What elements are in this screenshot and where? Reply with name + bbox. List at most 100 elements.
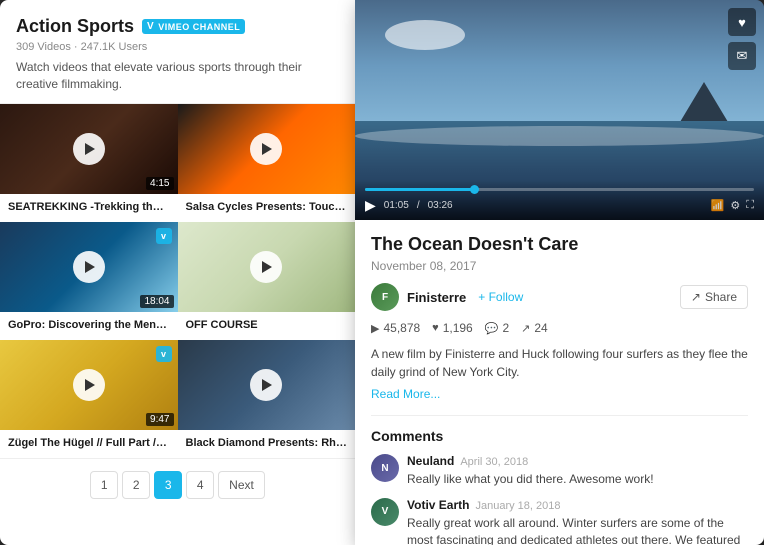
vimeo-badge-label: VIMEO CHANNEL [158, 22, 240, 32]
settings-icon[interactable]: ⚙ [730, 199, 740, 212]
progress-handle[interactable] [470, 185, 479, 194]
fullscreen-icon[interactable]: ⛶ [746, 199, 754, 212]
video-description: A new film by Finisterre and Huck follow… [371, 345, 748, 381]
comment-1-date: April 30, 2018 [460, 456, 528, 468]
play-pause-button[interactable]: ▶ [365, 197, 376, 214]
video-thumb-3: v 18:04 [0, 222, 178, 312]
channel-header: Action Sports v VIMEO CHANNEL 309 Videos… [0, 0, 355, 104]
video-thumb-6 [178, 340, 356, 430]
play-triangle-icon [85, 261, 95, 273]
duration-badge-3: 18:04 [140, 295, 173, 308]
vimeo-badge: v VIMEO CHANNEL [142, 19, 245, 34]
share-button[interactable]: ↗ Share [680, 285, 748, 309]
progress-bar[interactable] [365, 188, 754, 191]
comment-2-author: Votiv Earth [407, 498, 469, 512]
duration-badge-1: 4:15 [146, 177, 173, 190]
comment-1-author: Neuland [407, 454, 454, 468]
volume-icon[interactable]: 📶 [711, 199, 725, 212]
video-title-5: Zügel The Hügel // Full Part // BIRDS BR… [8, 436, 170, 450]
comment-1-author-row: Neuland April 30, 2018 [407, 454, 654, 468]
favorite-button[interactable]: ♥ [728, 8, 756, 36]
shares-stat: ↗ 24 [521, 321, 548, 335]
comment-1-avatar: N [371, 454, 399, 482]
video-title-3: GoPro: Discovering the Mentawais in 4K [8, 318, 170, 332]
video-date: November 08, 2017 [371, 259, 748, 273]
share-label: Share [705, 290, 737, 304]
channel-title-row: Action Sports v VIMEO CHANNEL [16, 16, 339, 37]
shares-count: 24 [534, 321, 547, 335]
video-meta-section: The Ocean Doesn't Care November 08, 2017… [355, 220, 764, 545]
right-controls: 📶 ⚙ ⛶ [711, 199, 754, 212]
comments-stat: 💬 2 [485, 321, 509, 335]
play-button-1[interactable] [73, 133, 105, 165]
duration-badge-5: 9:47 [146, 413, 173, 426]
comment-1: N Neuland April 30, 2018 Really like wha… [371, 454, 748, 488]
channel-meta: 309 Videos · 247.1K Users [16, 41, 339, 53]
video-card-4[interactable]: OFF COURSE [178, 222, 356, 340]
video-info-1: SEATREKKING -Trekking the Ocean [0, 194, 178, 222]
video-card-5[interactable]: v 9:47 Zügel The Hügel // Full Part // B… [0, 340, 178, 458]
plays-stat: ▶ 45,878 [371, 321, 420, 335]
comment-2: V Votiv Earth January 18, 2018 Really gr… [371, 498, 748, 545]
pagination: 1 2 3 4 Next [0, 458, 355, 511]
read-more-button[interactable]: Read More... [371, 387, 748, 401]
video-info-3: GoPro: Discovering the Mentawais in 4K [0, 312, 178, 340]
share-stat-icon: ↗ [521, 322, 530, 335]
play-button-5[interactable] [73, 369, 105, 401]
left-panel: Action Sports v VIMEO CHANNEL 309 Videos… [0, 0, 355, 545]
author-row: F Finisterre + Follow ↗ Share [371, 283, 748, 311]
play-button-2[interactable] [250, 133, 282, 165]
page-4-button[interactable]: 4 [186, 471, 214, 499]
right-panel: ♥ ✉ ▶ 01:05 / 03:26 📶 ⚙ ⛶ [355, 0, 764, 545]
comment-2-date: January 18, 2018 [475, 500, 560, 512]
comments-count: 2 [502, 321, 509, 335]
progress-fill [365, 188, 474, 191]
video-card-6[interactable]: Black Diamond Presents: Rhythm [178, 340, 356, 458]
comment-1-body: Neuland April 30, 2018 Really like what … [407, 454, 654, 488]
likes-count: 1,196 [443, 321, 473, 335]
video-title-2: Salsa Cycles Presents: Touching The S... [186, 200, 348, 214]
play-button-4[interactable] [250, 251, 282, 283]
video-thumb-5: v 9:47 [0, 340, 178, 430]
vimeo-v-badge-5: v [156, 346, 172, 362]
comments-title: Comments [371, 428, 748, 444]
play-button-3[interactable] [73, 251, 105, 283]
author-name: Finisterre [407, 290, 466, 305]
time-separator: / [417, 200, 420, 211]
total-time: 03:26 [428, 200, 453, 211]
player-top-icons: ♥ ✉ [728, 8, 756, 70]
vimeo-v-badge-3: v [156, 228, 172, 244]
author-avatar: F [371, 283, 399, 311]
player-controls: ▶ 01:05 / 03:26 📶 ⚙ ⛶ [355, 180, 764, 220]
share-icon: ↗ [691, 290, 701, 304]
comment-2-avatar: V [371, 498, 399, 526]
video-card-2[interactable]: Salsa Cycles Presents: Touching The S... [178, 104, 356, 222]
video-title-1: SEATREKKING -Trekking the Ocean [8, 200, 170, 214]
play-triangle-icon [85, 143, 95, 155]
wave-decoration [355, 126, 764, 146]
main-container: Action Sports v VIMEO CHANNEL 309 Videos… [0, 0, 764, 545]
page-3-button[interactable]: 3 [154, 471, 182, 499]
page-2-button[interactable]: 2 [122, 471, 150, 499]
video-card-1[interactable]: 4:15 SEATREKKING -Trekking the Ocean [0, 104, 178, 222]
page-1-button[interactable]: 1 [90, 471, 118, 499]
controls-row: ▶ 01:05 / 03:26 📶 ⚙ ⛶ [365, 197, 754, 214]
play-button-6[interactable] [250, 369, 282, 401]
video-info-4: OFF COURSE [178, 312, 356, 340]
channel-desc: Watch videos that elevate various sports… [16, 59, 339, 93]
follow-button[interactable]: + Follow [478, 290, 523, 304]
cloud-decoration [385, 20, 465, 50]
share-video-button[interactable]: ✉ [728, 42, 756, 70]
comment-2-body: Votiv Earth January 18, 2018 Really grea… [407, 498, 748, 545]
play-triangle-icon [262, 143, 272, 155]
video-grid: 4:15 SEATREKKING -Trekking the Ocean Sal… [0, 104, 355, 459]
comments-section: Comments N Neuland April 30, 2018 Really… [371, 415, 748, 545]
next-page-button[interactable]: Next [218, 471, 265, 499]
likes-stat: ♥ 1,196 [432, 321, 473, 335]
comment-stat-icon: 💬 [485, 322, 499, 335]
video-card-3[interactable]: v 18:04 GoPro: Discovering the Mentawais… [0, 222, 178, 340]
video-player: ♥ ✉ ▶ 01:05 / 03:26 📶 ⚙ ⛶ [355, 0, 764, 220]
video-main-title: The Ocean Doesn't Care [371, 234, 748, 255]
play-triangle-icon [85, 379, 95, 391]
video-info-5: Zügel The Hügel // Full Part // BIRDS BR… [0, 430, 178, 458]
